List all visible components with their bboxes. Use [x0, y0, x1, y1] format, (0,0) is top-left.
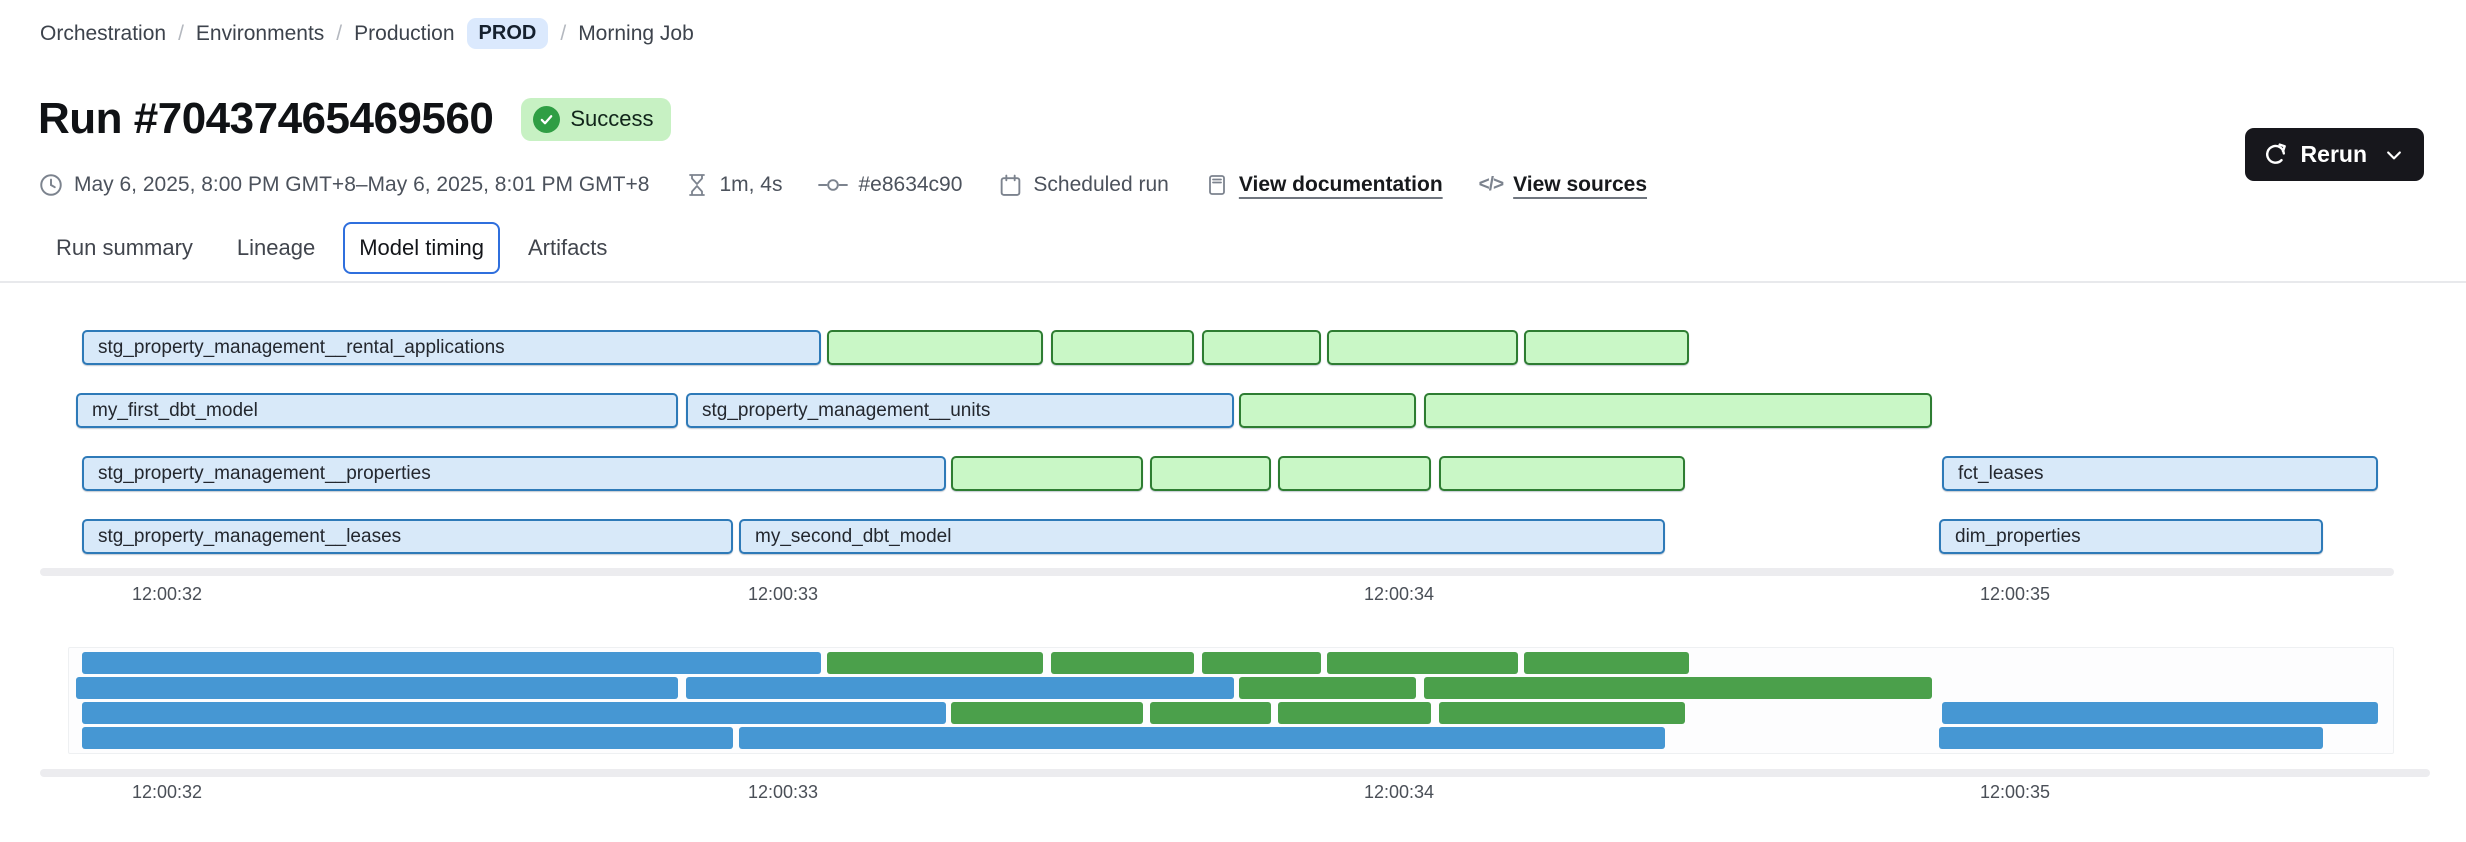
minimap-bar-other: [827, 652, 1043, 674]
minimap-bar-other: [1239, 677, 1416, 699]
minimap-bar-model: [76, 677, 678, 699]
minimap-bar-model: [1942, 702, 2378, 724]
gantt-bar-model[interactable]: my_first_dbt_model: [76, 393, 678, 428]
gantt-bar-other[interactable]: [1051, 330, 1194, 365]
gantt-bar-other[interactable]: [1150, 456, 1271, 491]
gantt-bar-model[interactable]: my_second_dbt_model: [739, 519, 1665, 554]
gantt-bar-model[interactable]: stg_property_management__properties: [82, 456, 946, 491]
axis-tick-label: 12:00:32: [132, 782, 202, 803]
gantt-bar-model[interactable]: stg_property_management__rental_applicat…: [82, 330, 821, 365]
gantt-bar-other[interactable]: [1239, 393, 1416, 428]
minimap-bar-model: [686, 677, 1234, 699]
minimap-bar-model: [82, 652, 821, 674]
axis-tick-label: 12:00:35: [1980, 782, 2050, 803]
model-timing-chart: stg_property_management__rental_applicat…: [0, 0, 2466, 842]
minimap-bar-other: [1051, 652, 1194, 674]
minimap-bar-model: [82, 727, 733, 749]
gantt-bar-other[interactable]: [1202, 330, 1321, 365]
minimap-bar-other: [1202, 652, 1321, 674]
gantt-bar-model[interactable]: stg_property_management__leases: [82, 519, 733, 554]
gantt-bar-model[interactable]: stg_property_management__units: [686, 393, 1234, 428]
gantt-bar-other[interactable]: [1278, 456, 1431, 491]
minimap-bar-model: [739, 727, 1665, 749]
minimap-bar-other: [1150, 702, 1271, 724]
axis-tick-label: 12:00:32: [132, 584, 202, 605]
minimap-bar-other: [1278, 702, 1431, 724]
gantt-bar-other[interactable]: [1327, 330, 1518, 365]
axis-tick-label: 12:00:34: [1364, 584, 1434, 605]
gantt-bar-other[interactable]: [827, 330, 1043, 365]
gantt-bar-model[interactable]: fct_leases: [1942, 456, 2378, 491]
axis-tick-label: 12:00:33: [748, 782, 818, 803]
axis-tick-label: 12:00:34: [1364, 782, 1434, 803]
gantt-bar-other[interactable]: [1439, 456, 1685, 491]
minimap-bar-model: [1939, 727, 2323, 749]
gantt-bar-other[interactable]: [1424, 393, 1932, 428]
minimap-bar-other: [1327, 652, 1518, 674]
minimap-bar-model: [82, 702, 946, 724]
gantt-bar-other[interactable]: [1524, 330, 1689, 365]
gantt-bar-model[interactable]: dim_properties: [1939, 519, 2323, 554]
minimap-scrollbar-track[interactable]: [40, 769, 2430, 777]
minimap-bar-other: [1424, 677, 1932, 699]
minimap-bar-other: [1524, 652, 1689, 674]
axis-tick-label: 12:00:35: [1980, 584, 2050, 605]
minimap-bar-other: [951, 702, 1143, 724]
axis-tick-label: 12:00:33: [748, 584, 818, 605]
minimap-bar-other: [1439, 702, 1685, 724]
gantt-bar-other[interactable]: [951, 456, 1143, 491]
gantt-scrollbar-track[interactable]: [40, 568, 2394, 576]
